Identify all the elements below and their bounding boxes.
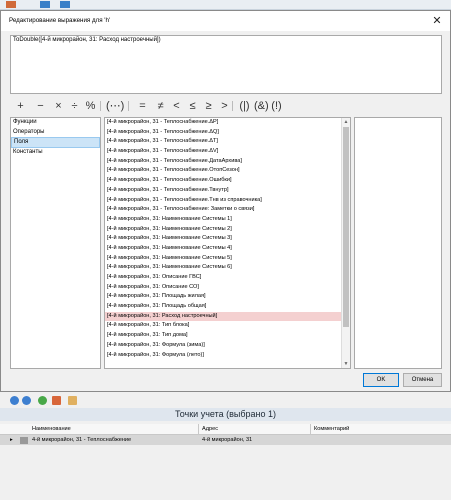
column-divider bbox=[198, 424, 199, 434]
category-list[interactable]: Функции Операторы Поля Константы bbox=[10, 117, 101, 369]
field-item[interactable]: [4-й микрорайон, 31: Наименование Систем… bbox=[105, 244, 350, 254]
operator-less-button[interactable]: < bbox=[170, 99, 183, 113]
meter-icon bbox=[20, 436, 28, 444]
toolbar-separator bbox=[128, 101, 129, 111]
field-item[interactable]: [4-й микрорайон, 31 - Теплоснабжение.Тнв… bbox=[105, 196, 350, 206]
field-item[interactable]: [4-й микрорайон, 31: Площадь жилая] bbox=[105, 292, 350, 302]
field-item[interactable]: [4-й микрорайон, 31: Описание СО] bbox=[105, 283, 350, 293]
field-item[interactable]: [4-й микрорайон, 31 - Теплоснабжение.ΔP] bbox=[105, 118, 350, 128]
table-row[interactable]: ▸ 4-й микрорайон, 31 - Теплоснабжение 4-… bbox=[0, 435, 451, 445]
field-item[interactable]: [4-й микрорайон, 31 - Теплоснабжение.ΔQ] bbox=[105, 128, 350, 138]
field-item[interactable]: [4-й микрорайон, 31 - Теплоснабжение: За… bbox=[105, 205, 350, 215]
operator-equals-button[interactable]: = bbox=[136, 99, 149, 113]
field-item[interactable]: [4-й микрорайон, 31: Тип дома] bbox=[105, 331, 350, 341]
close-icon[interactable]: ✕ bbox=[430, 14, 444, 28]
app-icon-1[interactable] bbox=[6, 1, 16, 8]
app-icon-3[interactable] bbox=[60, 1, 70, 8]
check-icon[interactable] bbox=[38, 396, 47, 405]
category-item[interactable]: Поля bbox=[11, 137, 100, 149]
field-item[interactable]: [4-й микрорайон, 31 - Теплоснабжение.Дат… bbox=[105, 157, 350, 167]
toolbar-separator bbox=[100, 101, 101, 111]
cancel-button[interactable]: Отмена bbox=[403, 373, 442, 387]
operator-parentheses-button[interactable]: (⋯) bbox=[106, 99, 124, 113]
operator-minus-button[interactable]: − bbox=[34, 99, 47, 113]
field-item[interactable]: [4-й микрорайон, 31 - Теплоснабжение.Ото… bbox=[105, 166, 350, 176]
export-icon[interactable] bbox=[68, 396, 77, 405]
panel-title: Точки учета (выбрано 1) bbox=[0, 408, 451, 421]
operator-percent-button[interactable]: % bbox=[84, 99, 97, 113]
field-item[interactable]: [4-й микрорайон, 31: Формула (зима)] bbox=[105, 341, 350, 351]
grid-header: Наименование Адрес Комментарий bbox=[0, 424, 451, 435]
expression-input[interactable]: ToDouble([4-й микрорайон, 31: Расход нас… bbox=[10, 35, 442, 94]
category-item[interactable]: Константы bbox=[11, 148, 100, 158]
field-item[interactable]: [4-й микрорайон, 31: Наименование Систем… bbox=[105, 225, 350, 235]
operator-multiply-button[interactable]: × bbox=[52, 99, 65, 113]
dialog-title: Редактирование выражения для 'h' bbox=[9, 17, 111, 24]
field-item[interactable]: [4-й микрорайон, 31 - Теплоснабжение.ΔV] bbox=[105, 147, 350, 157]
field-item[interactable]: [4-й микрорайон, 31: Формула (лето)] bbox=[105, 351, 350, 361]
app-icon-2[interactable] bbox=[40, 1, 50, 8]
field-item[interactable]: [4-й микрорайон, 31: Наименование Систем… bbox=[105, 254, 350, 264]
scroll-down-icon[interactable]: ▼ bbox=[342, 360, 350, 368]
column-header-comment[interactable]: Комментарий bbox=[312, 424, 434, 434]
column-header-address[interactable]: Адрес bbox=[200, 424, 310, 434]
field-items: [4-й микрорайон, 31 - Теплоснабжение.ΔP]… bbox=[105, 118, 350, 360]
scroll-up-icon[interactable]: ▲ bbox=[342, 118, 350, 126]
remove-icon[interactable] bbox=[22, 396, 31, 405]
field-item[interactable]: [4-й микрорайон, 31: Расход настроечный] bbox=[105, 311, 350, 322]
scroll-thumb[interactable] bbox=[343, 127, 349, 327]
operator-greater-equal-button[interactable]: ≥ bbox=[202, 99, 215, 113]
dialog-titlebar: Редактирование выражения для 'h' ✕ bbox=[1, 11, 450, 31]
operator-and-button[interactable]: (&) bbox=[254, 99, 269, 113]
column-divider bbox=[310, 424, 311, 434]
operator-toolbar: + − × ÷% (⋯) = ≠ < ≤ ≥ > (|) (&) (!) bbox=[10, 99, 442, 113]
field-list-scrollbar[interactable]: ▲ ▼ bbox=[341, 118, 350, 368]
field-item[interactable]: [4-й микрорайон, 31 - Теплоснабжение.Твн… bbox=[105, 186, 350, 196]
row-comment bbox=[312, 435, 434, 445]
operator-or-button[interactable]: (|) bbox=[238, 99, 251, 113]
field-item[interactable]: [4-й микрорайон, 31: Описание ГВС] bbox=[105, 273, 350, 283]
add-icon[interactable] bbox=[10, 396, 19, 405]
row-address: 4-й микрорайон, 31 bbox=[202, 437, 253, 443]
field-item[interactable]: [4-й микрорайон, 31: Наименование Систем… bbox=[105, 215, 350, 225]
field-item[interactable]: [4-й микрорайон, 31 - Теплоснабжение.Оши… bbox=[105, 176, 350, 186]
app-toolbar-strip bbox=[0, 0, 451, 10]
field-item[interactable]: [4-й микрорайон, 31: Площадь общая] bbox=[105, 302, 350, 312]
edit-icon[interactable] bbox=[52, 396, 61, 405]
description-panel bbox=[354, 117, 442, 369]
toolbar-separator bbox=[232, 101, 233, 111]
ok-button[interactable]: OK bbox=[363, 373, 399, 387]
operator-plus-button[interactable]: + bbox=[14, 99, 27, 113]
category-item[interactable]: Операторы bbox=[11, 128, 100, 138]
operator-not-equal-button[interactable]: ≠ bbox=[154, 99, 167, 113]
column-header-name[interactable]: Наименование bbox=[30, 424, 192, 434]
row-name: 4-й микрорайон, 31 - Теплоснабжение bbox=[32, 437, 132, 443]
operator-not-button[interactable]: (!) bbox=[270, 99, 283, 113]
field-item[interactable]: [4-й микрорайон, 31: Наименование Систем… bbox=[105, 234, 350, 244]
operator-less-equal-button[interactable]: ≤ bbox=[186, 99, 199, 113]
field-item[interactable]: [4-й микрорайон, 31 - Теплоснабжение.ΔT] bbox=[105, 137, 350, 147]
meter-points-panel: Точки учета (выбрано 1) Наименование Адр… bbox=[0, 393, 451, 500]
field-list[interactable]: [4-й микрорайон, 31 - Теплоснабжение.ΔP]… bbox=[104, 117, 351, 369]
field-item[interactable]: [4-й микрорайон, 31: Наименование Систем… bbox=[105, 263, 350, 273]
operator-divide-button[interactable]: ÷ bbox=[68, 99, 81, 113]
field-item[interactable]: [4-й микрорайон, 31: Тип блока] bbox=[105, 321, 350, 331]
operator-greater-button[interactable]: > bbox=[218, 99, 231, 113]
expression-editor-dialog: Редактирование выражения для 'h' ✕ ToDou… bbox=[0, 10, 451, 392]
category-item[interactable]: Функции bbox=[11, 118, 100, 128]
row-expand-icon[interactable]: ▸ bbox=[8, 435, 18, 445]
